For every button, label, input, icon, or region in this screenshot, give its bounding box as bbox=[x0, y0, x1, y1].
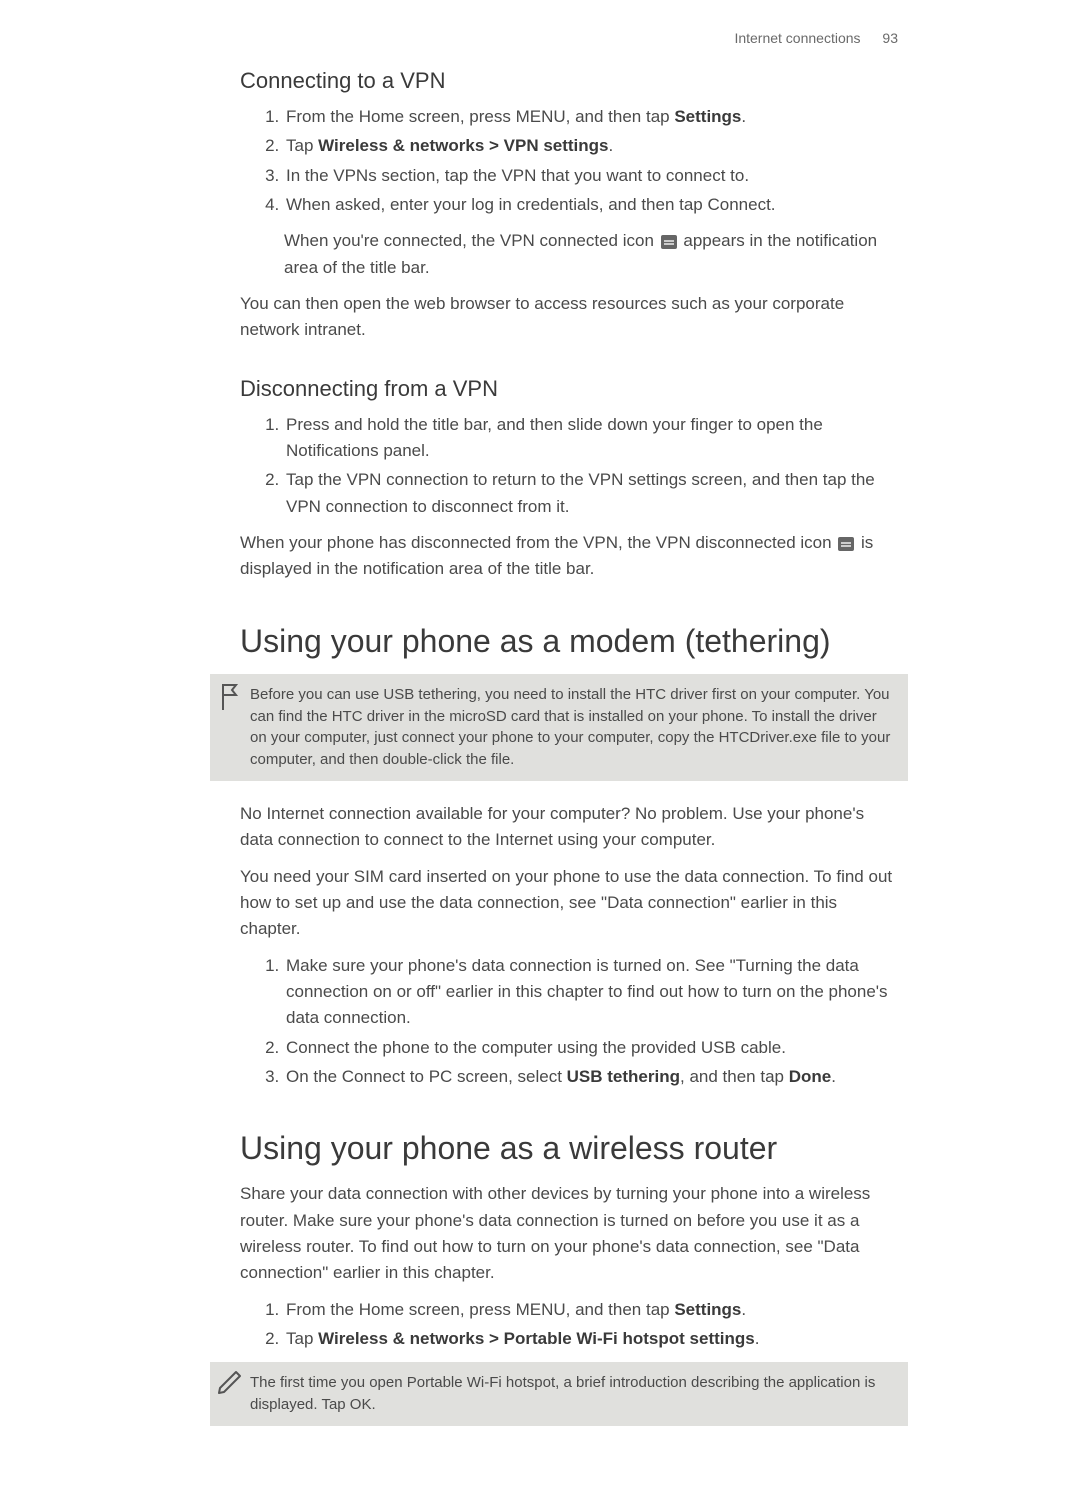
text-bold: Settings bbox=[674, 1300, 741, 1319]
note-box-hotspot: The first time you open Portable Wi-Fi h… bbox=[210, 1362, 908, 1426]
note-text: The first time you open Portable Wi-Fi h… bbox=[250, 1372, 894, 1416]
text: From the Home screen, press MENU, and th… bbox=[286, 107, 674, 126]
text: In the VPNs section, tap the VPN that yo… bbox=[286, 166, 749, 185]
list-item: Make sure your phone's data connection i… bbox=[284, 953, 898, 1032]
page-number: 93 bbox=[882, 30, 898, 46]
list-item: Tap Wireless & networks > Portable Wi-Fi… bbox=[284, 1326, 898, 1352]
text: . bbox=[755, 1329, 760, 1348]
text: . bbox=[741, 107, 746, 126]
heading-wireless-router: Using your phone as a wireless router bbox=[240, 1130, 898, 1167]
heading-tethering: Using your phone as a modem (tethering) bbox=[240, 623, 898, 660]
text-bold: Wireless & networks > VPN settings bbox=[318, 136, 608, 155]
flag-icon bbox=[218, 682, 240, 717]
list-item: In the VPNs section, tap the VPN that yo… bbox=[284, 163, 898, 189]
list-item: Tap Wireless & networks > VPN settings. bbox=[284, 133, 898, 159]
paragraph: When your phone has disconnected from th… bbox=[240, 530, 898, 583]
paragraph: You can then open the web browser to acc… bbox=[240, 291, 898, 344]
page-header: Internet connections 93 bbox=[210, 30, 898, 46]
heading-connecting-vpn: Connecting to a VPN bbox=[240, 68, 898, 94]
list-item: Connect the phone to the computer using … bbox=[284, 1035, 898, 1061]
list-item: Press and hold the title bar, and then s… bbox=[284, 412, 898, 465]
steps-tethering: Make sure your phone's data connection i… bbox=[284, 953, 898, 1091]
text: When your phone has disconnected from th… bbox=[240, 533, 836, 552]
text: Make sure your phone's data connection i… bbox=[286, 956, 888, 1028]
header-section: Internet connections bbox=[734, 30, 860, 46]
text: Tap bbox=[286, 136, 318, 155]
list-item: From the Home screen, press MENU, and th… bbox=[284, 1297, 898, 1323]
continuation-text: When you're connected, the VPN connected… bbox=[284, 228, 898, 281]
text: On the Connect to PC screen, select bbox=[286, 1067, 567, 1086]
paragraph: No Internet connection available for you… bbox=[240, 801, 898, 854]
text-bold: Settings bbox=[674, 107, 741, 126]
text: . bbox=[609, 136, 614, 155]
steps-disconnecting-vpn: Press and hold the title bar, and then s… bbox=[284, 412, 898, 520]
text-bold: Done bbox=[789, 1067, 832, 1086]
list-item: When asked, enter your log in credential… bbox=[284, 192, 898, 218]
note-box-driver: Before you can use USB tethering, you ne… bbox=[210, 674, 908, 781]
list-item: Tap the VPN connection to return to the … bbox=[284, 467, 898, 520]
paragraph: You need your SIM card inserted on your … bbox=[240, 864, 898, 943]
note-text: Before you can use USB tethering, you ne… bbox=[250, 684, 894, 771]
text: When asked, enter your log in credential… bbox=[286, 195, 776, 214]
text: . bbox=[831, 1067, 836, 1086]
text-bold: USB tethering bbox=[567, 1067, 680, 1086]
steps-connecting-vpn: From the Home screen, press MENU, and th… bbox=[284, 104, 898, 218]
text: Tap bbox=[286, 1329, 318, 1348]
vpn-connected-icon bbox=[661, 235, 677, 249]
text: From the Home screen, press MENU, and th… bbox=[286, 1300, 674, 1319]
text: When you're connected, the VPN connected… bbox=[284, 231, 659, 250]
steps-wireless-router: From the Home screen, press MENU, and th… bbox=[284, 1297, 898, 1353]
text: . bbox=[741, 1300, 746, 1319]
text-bold: Wireless & networks > Portable Wi-Fi hot… bbox=[318, 1329, 755, 1348]
list-item: On the Connect to PC screen, select USB … bbox=[284, 1064, 898, 1090]
heading-disconnecting-vpn: Disconnecting from a VPN bbox=[240, 376, 898, 402]
page-body: Internet connections 93 Connecting to a … bbox=[0, 0, 1080, 1486]
list-item: From the Home screen, press MENU, and th… bbox=[284, 104, 898, 130]
text: , and then tap bbox=[680, 1067, 789, 1086]
paragraph: Share your data connection with other de… bbox=[240, 1181, 898, 1286]
text: Connect the phone to the computer using … bbox=[286, 1038, 786, 1057]
vpn-disconnected-icon bbox=[838, 537, 854, 551]
